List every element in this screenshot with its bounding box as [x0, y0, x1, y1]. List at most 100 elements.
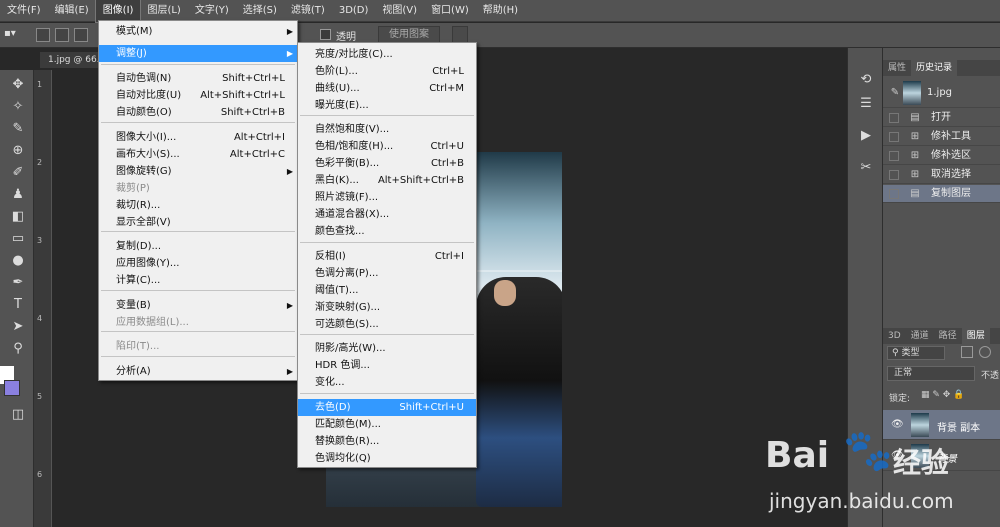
menu-item[interactable]: 选择(S)	[236, 0, 284, 22]
tab-paths[interactable]: 路径	[934, 328, 962, 344]
menu-option[interactable]: 计算(C)...	[99, 272, 297, 289]
pixel-filter-icon[interactable]	[961, 346, 973, 358]
menu-item[interactable]: 编辑(E)	[48, 0, 96, 22]
clone-stamp-tool-icon[interactable]: ♟	[8, 186, 28, 204]
menu-option[interactable]: HDR 色调...	[298, 357, 476, 374]
menu-item[interactable]: 滤镜(T)	[284, 0, 332, 22]
menu-option[interactable]: 自动色调(N) Shift+Ctrl+L	[99, 70, 297, 87]
tab-properties[interactable]: 属性	[883, 60, 911, 76]
menu-option[interactable]: 去色(D) Shift+Ctrl+U	[298, 399, 476, 416]
menu-option-label: 色调分离(P)...	[315, 268, 379, 279]
menu-option[interactable]: 曲线(U)... Ctrl+M	[298, 80, 476, 97]
menu-option[interactable]: 显示全部(V)	[99, 214, 297, 231]
path-selection-tool-icon[interactable]: ➤	[8, 318, 28, 336]
tab-3d[interactable]: 3D	[883, 328, 906, 344]
menu-option[interactable]: 分析(A) ▶	[99, 363, 297, 380]
history-source-checkbox[interactable]	[889, 170, 899, 180]
tab-channels[interactable]: 通道	[906, 328, 934, 344]
menu-option[interactable]: 匹配颜色(M)...	[298, 416, 476, 433]
menu-option[interactable]: 黑白(K)... Alt+Shift+Ctrl+B	[298, 172, 476, 189]
menu-item[interactable]: 3D(D)	[332, 0, 376, 22]
quick-mask-icon[interactable]: ◫	[8, 406, 28, 424]
eraser-tool-icon[interactable]: ◧	[8, 208, 28, 226]
tool-preset-picker[interactable]: ▪▾	[4, 28, 16, 39]
history-panel-icon[interactable]: ⟲	[858, 72, 874, 88]
patch-tool-icon: ⊞	[910, 169, 920, 180]
menu-option[interactable]: 色调均化(Q)	[298, 450, 476, 467]
history-source-checkbox[interactable]	[889, 113, 899, 123]
menu-option[interactable]: 通道混合器(X)...	[298, 206, 476, 223]
lock-icons[interactable]: ▦ ✎ ✥ 🔒	[921, 390, 964, 400]
menu-option[interactable]: 变量(B) ▶	[99, 297, 297, 314]
menu-option[interactable]: 色调分离(P)...	[298, 265, 476, 282]
new-selection-button[interactable]	[36, 28, 50, 42]
menu-option[interactable]: 照片滤镜(F)...	[298, 189, 476, 206]
menu-option-label: 变量(B)	[116, 300, 151, 311]
menu-option[interactable]: 替换颜色(R)...	[298, 433, 476, 450]
history-step[interactable]: ▤ 打开	[883, 109, 1000, 127]
healing-brush-tool-icon[interactable]: ⊕	[8, 142, 28, 160]
menu-item[interactable]: 图层(L)	[140, 0, 187, 22]
menu-option[interactable]: 色阶(L)... Ctrl+L	[298, 63, 476, 80]
menu-item[interactable]: 文件(F)	[0, 0, 48, 22]
menu-option[interactable]: 反相(I) Ctrl+I	[298, 248, 476, 265]
menu-option[interactable]: 画布大小(S)... Alt+Ctrl+C	[99, 146, 297, 163]
menu-option[interactable]: 阈值(T)...	[298, 282, 476, 299]
history-snapshot[interactable]: ✎ 1.jpg	[883, 78, 1000, 108]
move-tool-icon[interactable]: ✥	[8, 76, 28, 94]
transparent-checkbox[interactable]	[320, 29, 331, 40]
history-source-checkbox[interactable]	[889, 189, 899, 199]
menu-option[interactable]: 色彩平衡(B)... Ctrl+B	[298, 155, 476, 172]
history-step[interactable]: ▤ 复制图层	[883, 185, 1000, 203]
history-step[interactable]: ⊞ 修补选区	[883, 147, 1000, 165]
blend-mode-select[interactable]: 正常	[887, 366, 975, 381]
lock-label: 锁定:	[889, 394, 911, 404]
menu-option[interactable]: 可选颜色(S)...	[298, 316, 476, 333]
menu-option-label: 调整(J)	[116, 48, 147, 59]
menu-option[interactable]: 复制(D)...	[99, 238, 297, 255]
menu-option[interactable]: 模式(M) ▶	[99, 23, 297, 40]
actions-panel-icon[interactable]: ▶	[858, 128, 874, 144]
menu-option[interactable]: 图像旋转(G) ▶	[99, 163, 297, 180]
menu-option[interactable]: 裁切(R)...	[99, 197, 297, 214]
menu-option[interactable]: 图像大小(I)... Alt+Ctrl+I	[99, 129, 297, 146]
history-source-checkbox[interactable]	[889, 151, 899, 161]
type-tool-icon[interactable]: T	[8, 296, 28, 314]
menu-item[interactable]: 帮助(H)	[476, 0, 525, 22]
menu-option[interactable]: 应用图像(Y)...	[99, 255, 297, 272]
background-color-swatch[interactable]	[4, 380, 20, 396]
menu-option[interactable]: 自然饱和度(V)...	[298, 121, 476, 138]
dodge-tool-icon[interactable]: ●	[8, 252, 28, 270]
tab-history[interactable]: 历史记录	[911, 60, 958, 76]
menu-option[interactable]: 自动对比度(U) Alt+Shift+Ctrl+L	[99, 87, 297, 104]
adjustments-panel-icon[interactable]: ☰	[858, 96, 874, 112]
menu-option[interactable]: 亮度/对比度(C)...	[298, 46, 476, 63]
layer-filter-select[interactable]: ⚲ 类型	[887, 346, 945, 360]
menu-option[interactable]: 渐变映射(G)...	[298, 299, 476, 316]
eyedropper-tool-icon[interactable]: ✎	[8, 120, 28, 138]
history-source-checkbox[interactable]	[889, 132, 899, 142]
adjustment-filter-icon[interactable]	[979, 346, 991, 358]
brush-tool-icon[interactable]: ✐	[8, 164, 28, 182]
menu-option[interactable]: 颜色查找...	[298, 223, 476, 240]
subtract-selection-button[interactable]	[74, 28, 88, 42]
menu-item[interactable]: 窗口(W)	[424, 0, 476, 22]
history-step[interactable]: ⊞ 修补工具	[883, 128, 1000, 146]
menu-option[interactable]: 调整(J) ▶	[99, 45, 297, 62]
history-step[interactable]: ⊞ 取消选择	[883, 166, 1000, 184]
magic-wand-tool-icon[interactable]: ✧	[8, 98, 28, 116]
pen-tool-icon[interactable]: ✒	[8, 274, 28, 292]
menu-option[interactable]: 色相/饱和度(H)... Ctrl+U	[298, 138, 476, 155]
menu-option[interactable]: 曝光度(E)...	[298, 97, 476, 114]
menu-option[interactable]: 变化...	[298, 374, 476, 391]
tool-presets-icon[interactable]: ✂	[858, 160, 874, 176]
menu-item[interactable]: 图像(I)	[94, 0, 142, 23]
menu-item[interactable]: 视图(V)	[375, 0, 424, 22]
menu-option[interactable]: 阴影/高光(W)...	[298, 340, 476, 357]
add-selection-button[interactable]	[55, 28, 69, 42]
tab-layers[interactable]: 图层	[961, 328, 990, 344]
menu-option[interactable]: 自动颜色(O) Shift+Ctrl+B	[99, 104, 297, 121]
gradient-tool-icon[interactable]: ▭	[8, 230, 28, 248]
zoom-tool-icon[interactable]: ⚲	[8, 340, 28, 358]
menu-item[interactable]: 文字(Y)	[188, 0, 236, 22]
